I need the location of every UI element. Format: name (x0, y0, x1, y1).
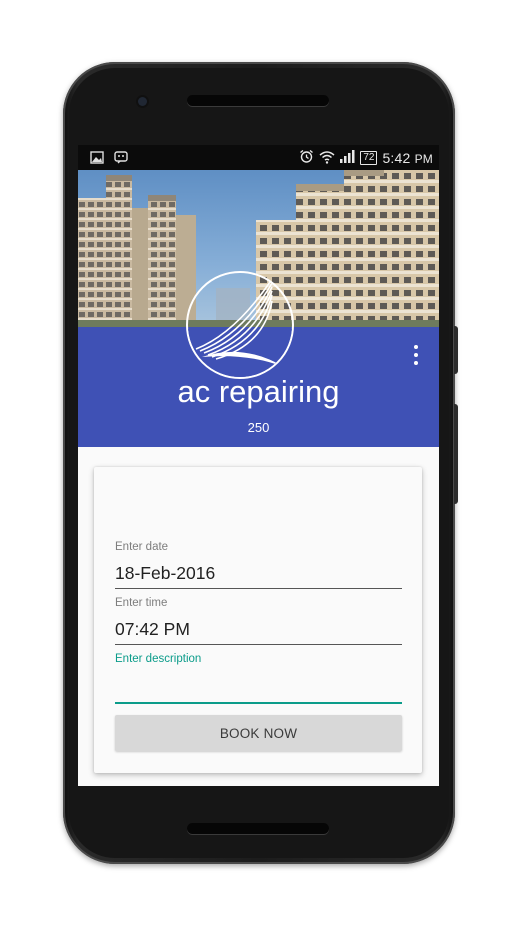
status-clock: 5:42 PM (382, 150, 433, 166)
booking-card: Enter date 18-Feb-2016 Enter time 07:42 … (94, 467, 422, 773)
book-now-button[interactable]: BOOK NOW (115, 715, 402, 751)
app-screen: 72 5:42 PM ac repairing 250 Enter date 1… (78, 145, 439, 786)
earpiece-speaker (187, 95, 329, 106)
status-bar: 72 5:42 PM (78, 145, 439, 170)
date-field-label: Enter date (115, 541, 169, 553)
volume-button (454, 404, 458, 504)
battery-icon: 72 (360, 151, 378, 165)
date-field-underline (115, 588, 402, 589)
time-field-value[interactable]: 07:42 PM (115, 619, 402, 641)
service-price: 250 (247, 420, 270, 435)
wifi-icon (319, 150, 335, 167)
time-field-underline (115, 644, 402, 645)
description-field[interactable]: Enter description (115, 653, 402, 704)
time-field[interactable]: Enter time 07:42 PM (115, 597, 402, 645)
description-field-label: Enter description (115, 653, 202, 665)
more-vert-icon[interactable] (410, 345, 422, 365)
alarm-icon (299, 149, 314, 167)
power-button (454, 326, 458, 374)
signal-icon (340, 150, 355, 166)
date-field-value[interactable]: 18-Feb-2016 (115, 563, 402, 585)
app-notification-icon (114, 151, 128, 167)
time-field-label: Enter time (115, 597, 168, 609)
service-title: ac repairing (177, 374, 340, 409)
description-field-value[interactable] (115, 677, 402, 699)
image-icon (90, 151, 104, 167)
date-field[interactable]: Enter date 18-Feb-2016 (115, 541, 402, 589)
front-camera (138, 97, 147, 106)
bottom-speaker (187, 823, 329, 834)
description-field-underline (115, 702, 402, 704)
company-logo (186, 271, 294, 379)
